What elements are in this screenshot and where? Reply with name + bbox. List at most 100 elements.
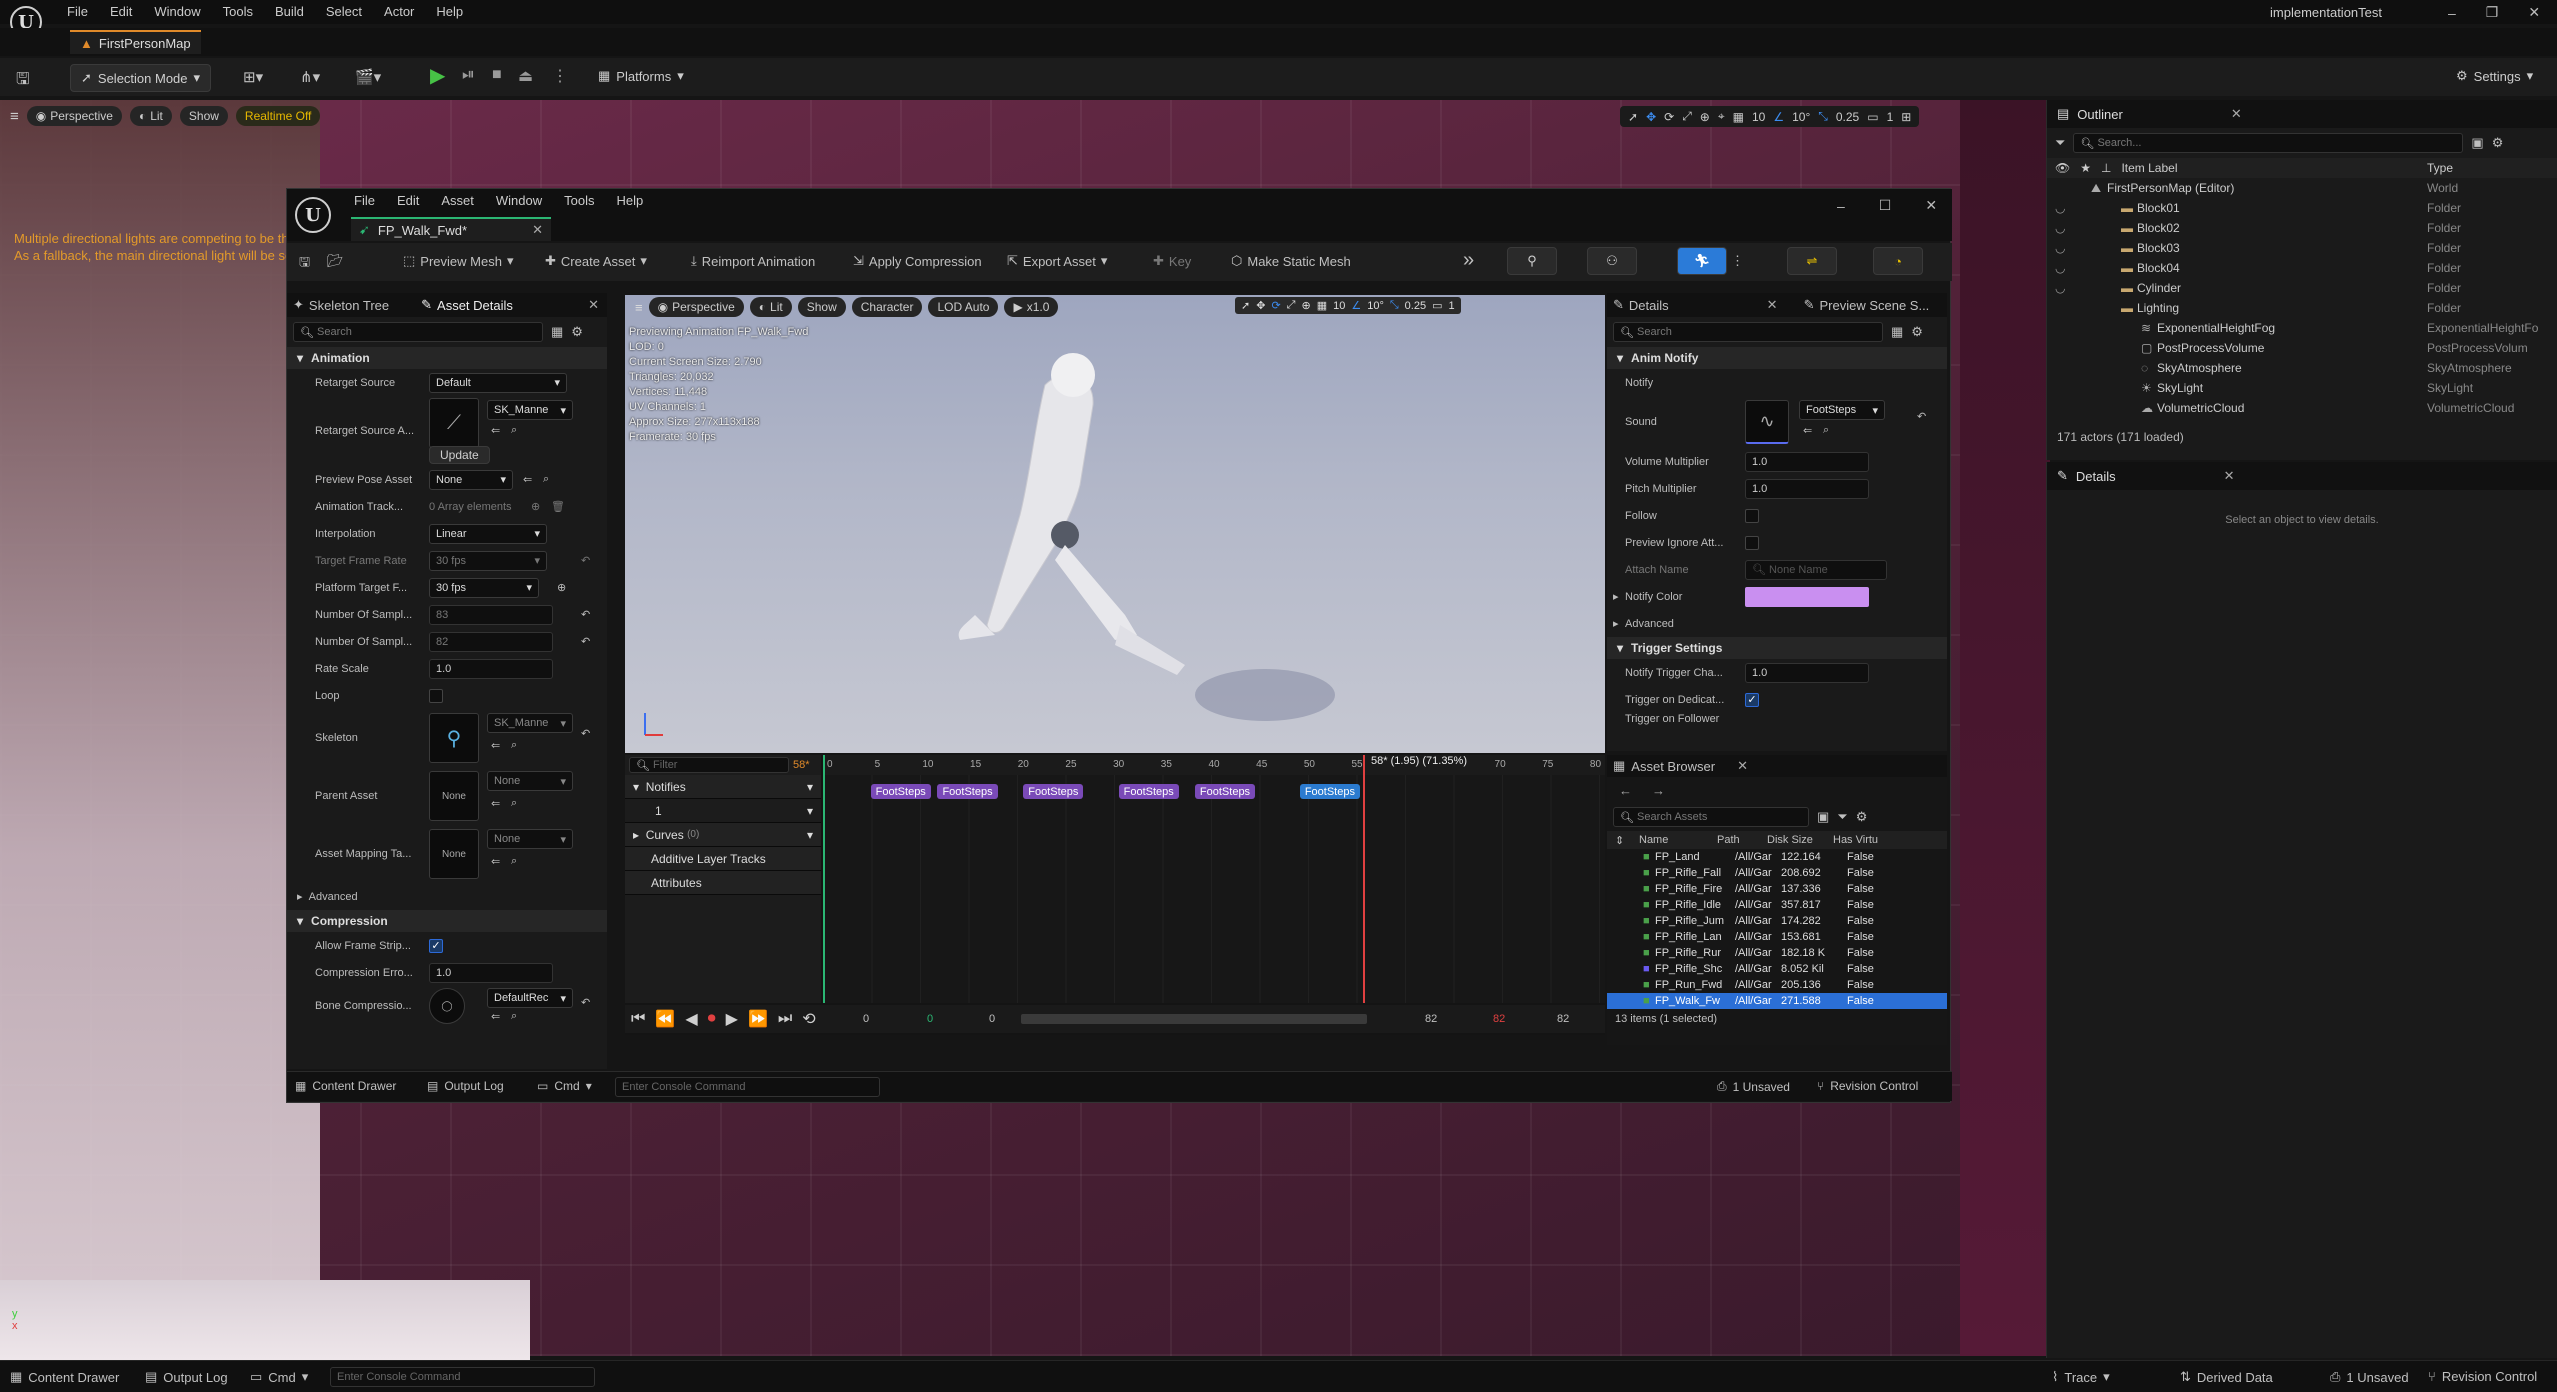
settings-gear-icon[interactable]: ⚙ [1856, 809, 1868, 825]
pitch-field[interactable]: 1.0 [1745, 478, 1869, 499]
key-button[interactable]: ✚ Key [1153, 253, 1191, 269]
outliner-row[interactable]: ☀ SkyLight SkyLight [2047, 378, 2557, 398]
to-start-icon[interactable]: ⏮ [631, 1010, 645, 1028]
details-close-icon[interactable]: ✕ [1767, 297, 1778, 313]
prev-frame-icon[interactable]: ⏪ [655, 1009, 675, 1029]
timeline-filter-input[interactable]: 🔍︎ Filter [629, 757, 789, 773]
tab-fp-walk-fwd[interactable]: ➹ FP_Walk_Fwd* ✕ [351, 217, 551, 241]
volume-field[interactable]: 1.0 [1745, 451, 1869, 472]
browse-asset-icon[interactable]: ⌕ [511, 1010, 517, 1023]
attach-name-field[interactable]: 🔍︎ None Name [1745, 559, 1887, 580]
tab-skeleton-tree[interactable]: ✦ Skeleton Tree [293, 297, 389, 313]
section-compression[interactable]: ▾ Compression [287, 910, 607, 932]
output-log-button[interactable]: ▤ Output Log [145, 1369, 228, 1385]
asset-search-input[interactable]: 🔍︎ Search Assets [1613, 807, 1809, 827]
make-static-mesh-button[interactable]: ⬡ Make Static Mesh [1231, 253, 1351, 269]
interpolation-dropdown[interactable]: Linear ▾ [429, 523, 547, 544]
track-notify-1[interactable]: 1 ▾ [625, 799, 821, 823]
section-trigger-settings[interactable]: ▾ Trigger Settings [1607, 637, 1947, 659]
export-asset-dropdown[interactable]: ⇱ Export Asset ▾ [1007, 253, 1107, 269]
play-range-end[interactable]: 82 [1493, 1013, 1505, 1025]
preview-ignore-checkbox[interactable] [1745, 535, 1759, 550]
perspective-button[interactable]: ◉ Perspective [26, 106, 122, 126]
notify-footsteps[interactable]: FootSteps [870, 784, 931, 799]
settings-gear-icon[interactable]: ⚙ [1911, 324, 1923, 340]
outliner-row[interactable]: ◡ ▬ Cylinder Folder [2047, 278, 2557, 298]
grid-snap-value[interactable]: 10 [1752, 110, 1765, 124]
filter-icon[interactable]: ⏷ [1837, 809, 1847, 825]
notify-footsteps[interactable]: FootSteps [1023, 784, 1084, 799]
scale-icon[interactable]: ⤢ [1682, 109, 1692, 124]
maximize-icon[interactable]: ☐ [1879, 197, 1892, 214]
minimize-icon[interactable]: – [2448, 5, 2456, 21]
menu-file[interactable]: File [56, 4, 99, 19]
outliner-row[interactable]: ▬ Lighting Folder [2047, 298, 2557, 318]
notify-color-swatch[interactable] [1745, 586, 1869, 607]
mode-options-icon[interactable]: ⋮ [1731, 253, 1744, 269]
sound-thumbnail[interactable]: ∿ [1745, 400, 1789, 444]
current-frame-label[interactable]: 58* [793, 759, 810, 771]
notify-footsteps[interactable]: FootSteps [1118, 784, 1179, 799]
select-icon[interactable]: ➚ [1628, 110, 1638, 124]
anim-details-search-input[interactable]: 🔍︎ Search [1613, 322, 1883, 342]
browse-asset-icon[interactable]: ⌕ [511, 797, 517, 810]
browse-asset-icon[interactable]: ⌕ [511, 424, 517, 437]
skeleton-dropdown[interactable]: SK_Manne ▾ [487, 713, 573, 733]
loop-checkbox[interactable] [429, 688, 443, 703]
grid-snap-icon[interactable]: ▦ [1733, 110, 1744, 124]
cinematics-icon[interactable]: 🎬▾ [355, 68, 381, 86]
anim-menu-asset[interactable]: Asset [430, 193, 485, 208]
forward-arrow-icon[interactable]: → [1652, 783, 1665, 798]
browse-asset-icon[interactable]: ⌕ [511, 739, 517, 752]
anim-menu-window[interactable]: Window [485, 193, 553, 208]
prop-advanced[interactable]: ▸ Advanced [1607, 610, 1947, 637]
to-end-icon[interactable]: ⏭ [778, 1010, 792, 1028]
platforms-dropdown[interactable]: ▦ Platforms ▾ [598, 68, 684, 84]
outliner-tab[interactable]: ▤ Outliner ✕ [2047, 100, 2557, 128]
parent-asset-thumbnail[interactable]: None [429, 771, 479, 821]
tab-details[interactable]: ✎ Details [1613, 297, 1669, 313]
revision-control-button[interactable]: ⑂ Revision Control [2428, 1369, 2537, 1384]
rate-scale-field[interactable]: 1.0 [429, 658, 553, 679]
play-options-icon[interactable]: ⋮ [552, 66, 568, 86]
console-input[interactable]: Enter Console Command [615, 1077, 880, 1097]
menu-tools[interactable]: Tools [212, 4, 264, 19]
output-log-button[interactable]: ▤ Output Log [427, 1079, 504, 1093]
menu-edit[interactable]: Edit [99, 4, 143, 19]
asset-mapping-thumbnail[interactable]: None [429, 829, 479, 879]
skeleton-thumbnail[interactable]: ⚲ [429, 713, 479, 763]
use-selected-icon[interactable]: ⇐ [491, 739, 500, 752]
use-selected-icon[interactable]: ⇐ [491, 855, 500, 868]
camera-speed-icon[interactable]: ▭ [1867, 110, 1878, 124]
step-button[interactable]: ⏯ [462, 66, 475, 84]
maximize-viewport-icon[interactable]: ⊞ [1901, 110, 1911, 124]
menu-window[interactable]: Window [143, 4, 211, 19]
realtime-off-badge[interactable]: Realtime Off [235, 106, 321, 126]
retarget-source-dropdown[interactable]: Default ▾ [429, 372, 567, 393]
columns-icon[interactable]: ▦ [1891, 324, 1903, 340]
col-disk-size[interactable]: Disk Size [1767, 834, 1813, 846]
asset-row[interactable]: ■ FP_Rifle_Fall/All/Gar 208.692 False [1607, 865, 1947, 881]
retarget-asset-dropdown[interactable]: SK_Manne ▾ [487, 400, 573, 420]
trigger-dedicated-checkbox[interactable]: ✓ [1745, 692, 1759, 707]
reset-icon[interactable]: ↶ [581, 635, 590, 648]
view-range-start[interactable]: 0 [989, 1013, 995, 1025]
reset-icon[interactable]: ↶ [1917, 410, 1926, 423]
outliner-close-icon[interactable]: ✕ [2231, 106, 2242, 122]
columns-icon[interactable]: ▦ [551, 324, 563, 340]
visibility-icon[interactable]: ◡ [2055, 241, 2071, 255]
track-additive[interactable]: Additive Layer Tracks [625, 847, 821, 871]
reimport-button[interactable]: ⤓ Reimport Animation [691, 253, 815, 269]
tab-asset-details[interactable]: ✎ Asset Details [421, 297, 513, 313]
derived-data-button[interactable]: ⇅ Derived Data [2180, 1369, 2273, 1385]
playhead[interactable] [1363, 755, 1365, 1003]
asset-details-search-input[interactable]: 🔍︎ Search [293, 322, 543, 342]
close-icon[interactable]: ✕ [2528, 4, 2540, 21]
timeline-scrollbar[interactable] [1021, 1014, 1367, 1024]
angle-snap-value[interactable]: 10° [1792, 110, 1810, 124]
target-frame-rate-dropdown[interactable]: 30 fps ▾ [429, 550, 547, 571]
use-selected-icon[interactable]: ⇐ [491, 1010, 500, 1023]
outliner-settings-icon[interactable]: ⚙ [2492, 135, 2504, 151]
follow-checkbox[interactable] [1745, 508, 1759, 523]
browse-icon[interactable]: 📂︎ [327, 253, 344, 269]
